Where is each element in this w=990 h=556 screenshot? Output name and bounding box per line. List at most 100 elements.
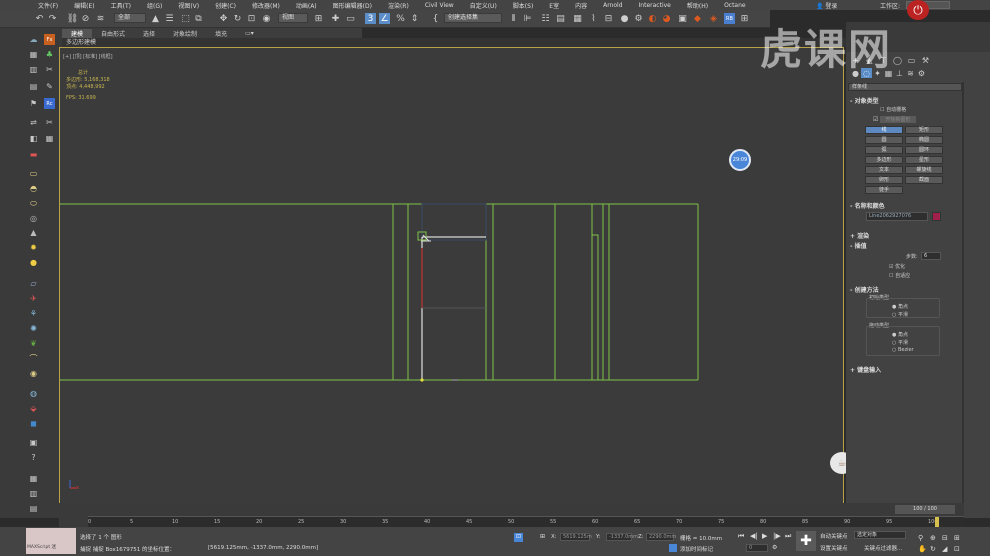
shape-rectangle-button[interactable]: 矩形 <box>905 126 943 134</box>
auto-grid-checkbox[interactable]: ☐ 自动栅格 <box>880 106 906 113</box>
scissors-icon[interactable]: ✂ <box>44 117 55 128</box>
shape-text-button[interactable]: 文本 <box>865 166 903 174</box>
creation-method-header[interactable]: - 创建方法 <box>850 285 964 294</box>
render-production-icon[interactable]: ▣ <box>677 13 688 24</box>
utilities-tab-icon[interactable]: ⚒ <box>920 55 931 65</box>
foliage-icon[interactable]: ❦ <box>28 338 39 349</box>
orbit-icon[interactable]: ↻ <box>930 545 936 553</box>
select-object-icon[interactable]: ▲ <box>150 13 161 24</box>
vray-icon[interactable]: ◆ <box>692 13 703 24</box>
corona-icon[interactable]: RB <box>724 13 735 24</box>
add-time-tag-button[interactable]: 添加时间标记 <box>680 545 713 553</box>
tool-j-icon[interactable]: ▥ <box>28 488 39 499</box>
lock-selection-icon[interactable]: ⊡ <box>514 533 523 542</box>
link-icon[interactable]: ⛓ <box>67 13 78 24</box>
render-frame-icon[interactable]: ◐ <box>647 13 658 24</box>
selection-filter-dropdown[interactable]: 全部 <box>114 13 146 23</box>
login-button[interactable]: 👤 登录 <box>816 1 837 10</box>
named-selection-dropdown[interactable]: 创建选择集 <box>444 13 502 23</box>
menu-item[interactable]: 动画(A) <box>288 1 325 10</box>
menu-item[interactable]: 帮助(H) <box>679 1 716 10</box>
light-icon[interactable]: ✹ <box>28 242 39 253</box>
keyboard-entry-header[interactable]: + 键盘输入 <box>850 365 964 374</box>
shape-star-button[interactable]: 星形 <box>905 156 943 164</box>
menu-item[interactable]: 内容 <box>567 1 595 10</box>
menu-item[interactable]: E室 <box>541 1 567 10</box>
z-coord-field[interactable]: 2290.0mm <box>646 533 676 541</box>
scale-icon[interactable]: ⊡ <box>246 13 257 24</box>
drag-bezier-radio[interactable]: ○ Bezier <box>892 347 914 353</box>
menu-item[interactable]: Civil View <box>417 2 462 9</box>
menu-item[interactable]: 修改器(M) <box>244 1 288 10</box>
display-tab-icon[interactable]: ▭ <box>906 55 917 65</box>
drag-smooth-radio[interactable]: ○ 平滑 <box>892 339 908 346</box>
schematic-icon[interactable]: ⊟ <box>603 13 614 24</box>
graphite-icon[interactable]: ▦ <box>572 13 583 24</box>
camera-icon[interactable]: ✈ <box>28 293 39 304</box>
timeline[interactable]: 100 / 100 0 5 10 15 20 25 30 35 40 45 50 55 60 65 70 75… <box>59 503 964 527</box>
edit-named-sel-icon[interactable]: { <box>430 13 441 24</box>
start-new-shape-checkbox[interactable]: ☑ <box>873 116 878 123</box>
maxscript-listener[interactable] <box>26 528 76 554</box>
layer-icon[interactable]: ☷ <box>540 13 551 24</box>
torus-icon[interactable]: ◎ <box>28 213 39 224</box>
steps-spinner[interactable]: 6 <box>921 252 941 260</box>
scene-explorer-icon[interactable]: ☁ <box>28 34 39 45</box>
align-icon[interactable]: ⊫ <box>522 13 533 24</box>
category-dropdown[interactable]: 样条线 <box>848 83 962 91</box>
tab-modeling[interactable]: 建模 <box>62 28 93 38</box>
walkthrough-icon[interactable]: ⊡ <box>954 545 960 553</box>
tool-d-icon[interactable]: ⚑ <box>28 98 39 109</box>
redo-icon[interactable]: ↷ <box>47 13 58 24</box>
menu-item[interactable]: 工具(T) <box>103 1 139 10</box>
zoom-all-icon[interactable]: ⊕ <box>930 534 936 542</box>
help-icon[interactable]: ? <box>28 452 39 463</box>
teapot-icon[interactable]: ⬙ <box>28 403 39 414</box>
tab-object-paint[interactable]: 对象绘制 <box>164 29 206 38</box>
shape-freehand-button[interactable]: 徒手 <box>865 186 903 194</box>
tab-populate[interactable]: 填充 <box>206 29 236 38</box>
shape-line-button[interactable]: 线 <box>865 126 903 134</box>
menu-item[interactable]: 视图(V) <box>170 1 207 10</box>
key-filters-button[interactable]: 关键点过滤器... <box>864 544 902 552</box>
zoom-extents-icon[interactable]: ⊟ <box>942 534 948 542</box>
tool-g-icon[interactable]: ▬ <box>28 149 39 160</box>
render-setup-icon[interactable]: ⚙ <box>633 13 644 24</box>
rendering-header[interactable]: + 渲染 <box>850 231 964 240</box>
move-icon[interactable]: ✥ <box>218 13 229 24</box>
y-coord-field[interactable]: -1337.0mm <box>606 533 638 541</box>
extra-tool-icon[interactable]: ⊞ <box>739 13 750 24</box>
tree-icon[interactable]: ♣ <box>44 49 55 60</box>
time-config-icon[interactable]: ⚙ <box>772 544 777 551</box>
prev-frame-icon[interactable]: ◀| <box>750 532 758 540</box>
auto-key-button[interactable]: 自动关键点 <box>820 532 848 540</box>
viewport-top[interactable]: [+] [顶] [标准] [线框] 总计 多边形: 5,168,318 顶点: … <box>59 47 863 517</box>
particle-icon[interactable]: ✺ <box>28 323 39 334</box>
cone-icon[interactable]: ▲ <box>28 227 39 238</box>
reference-coord-dropdown[interactable]: 视图 <box>278 13 308 23</box>
object-type-header[interactable]: - 对象类型 <box>850 96 964 105</box>
spinner-snap-icon[interactable]: ⇕ <box>409 13 420 24</box>
stairs-icon[interactable]: ⌒ <box>28 353 39 364</box>
initial-smooth-radio[interactable]: ○ 平滑 <box>892 311 908 318</box>
chamfer-icon[interactable]: ◍ <box>28 388 39 399</box>
menu-item[interactable]: 创建(C) <box>207 1 244 10</box>
material-editor-icon[interactable]: ● <box>619 13 630 24</box>
object-color-swatch[interactable] <box>932 212 941 221</box>
zoom-icon[interactable]: ⚲ <box>918 534 923 542</box>
shape-ngon-button[interactable]: 多边形 <box>865 156 903 164</box>
initial-corner-radio[interactable]: ● 角点 <box>892 303 908 310</box>
water-icon[interactable]: ◼ <box>28 418 39 429</box>
shape-helix-button[interactable]: 螺旋线 <box>905 166 943 174</box>
set-key-big-button[interactable]: ✚ <box>796 531 816 551</box>
render-icon[interactable]: ◕ <box>661 13 672 24</box>
tool-b-icon[interactable]: ▥ <box>28 64 39 75</box>
systems-icon[interactable]: ⚙ <box>916 68 927 78</box>
unlink-icon[interactable]: ⊘ <box>80 13 91 24</box>
set-key-button[interactable]: 设置关键点 <box>820 544 848 552</box>
ribbon-options-icon[interactable]: ▭▾ <box>236 30 263 37</box>
shape-section-button[interactable]: 截面 <box>905 176 943 184</box>
start-new-shape-button[interactable]: 开始新图形 <box>880 116 916 123</box>
mirror-icon[interactable]: ⫴ <box>508 13 519 24</box>
fov-icon[interactable]: ◢ <box>942 545 947 553</box>
